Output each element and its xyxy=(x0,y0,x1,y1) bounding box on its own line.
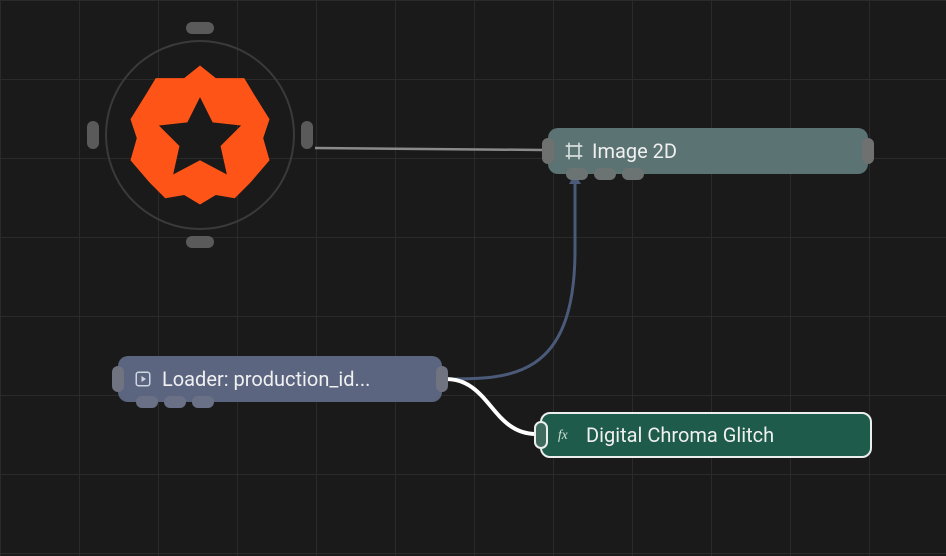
port-in[interactable] xyxy=(112,366,124,392)
port-in[interactable] xyxy=(542,138,554,164)
svg-text:fx: fx xyxy=(558,427,568,442)
port-top[interactable] xyxy=(186,22,214,34)
bottom-ports[interactable] xyxy=(136,396,214,408)
port-out[interactable] xyxy=(436,366,448,392)
node-canvas[interactable]: Image 2D Loader: production_id... fx Dig… xyxy=(0,0,946,556)
bottom-ports[interactable] xyxy=(566,168,644,180)
play-box-icon xyxy=(134,370,152,388)
node-label: Loader: production_id... xyxy=(162,367,370,391)
loader-node[interactable]: Loader: production_id... xyxy=(118,356,442,402)
frame-icon xyxy=(564,141,584,161)
port-right[interactable] xyxy=(301,121,313,149)
port-out[interactable] xyxy=(862,138,874,164)
port-bottom[interactable] xyxy=(186,236,214,248)
node-label: Image 2D xyxy=(592,139,677,163)
star-gear-icon xyxy=(121,56,279,214)
port-left[interactable] xyxy=(87,121,99,149)
digital-chroma-glitch-node[interactable]: fx Digital Chroma Glitch xyxy=(540,412,872,458)
image-2d-node[interactable]: Image 2D xyxy=(548,128,868,174)
fx-icon: fx xyxy=(558,427,578,443)
port-in[interactable] xyxy=(534,421,548,449)
star-gear-node[interactable] xyxy=(85,20,315,250)
node-label: Digital Chroma Glitch xyxy=(586,423,774,447)
